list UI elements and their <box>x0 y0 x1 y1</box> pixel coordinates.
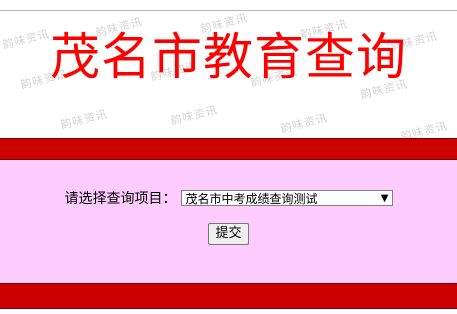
query-label: 请选择查询项目： <box>64 191 177 207</box>
page-header: 韵味资讯 韵味资讯 韵味资讯 韵味资讯 韵味资讯 韵味资讯 韵味资讯 韵味资讯 韵味资讯 韵味资讯… <box>0 11 457 138</box>
watermark-text: 韵味资讯 <box>399 119 449 138</box>
bottom-red-bar <box>0 283 457 309</box>
watermark-text: 韵味资讯 <box>59 107 109 132</box>
watermark-text: 韵味资讯 <box>169 103 219 128</box>
watermark-text: 韵味资讯 <box>279 111 329 136</box>
top-red-bar <box>0 138 457 160</box>
query-panel: 请选择查询项目： 茂名市中考成绩查询测试 ▼ 提交 <box>0 160 457 283</box>
query-row: 请选择查询项目： 茂名市中考成绩查询测试 ▼ <box>0 188 457 208</box>
submit-button[interactable]: 提交 <box>208 223 249 245</box>
submit-row: 提交 <box>0 222 457 245</box>
query-item-select-value: 茂名市中考成绩查询测试 <box>185 192 318 206</box>
page-title: 茂名市教育查询 <box>50 28 407 86</box>
dropdown-arrow-icon[interactable]: ▼ <box>381 191 389 207</box>
query-item-select[interactable]: 茂名市中考成绩查询测试 ▼ <box>180 190 393 207</box>
